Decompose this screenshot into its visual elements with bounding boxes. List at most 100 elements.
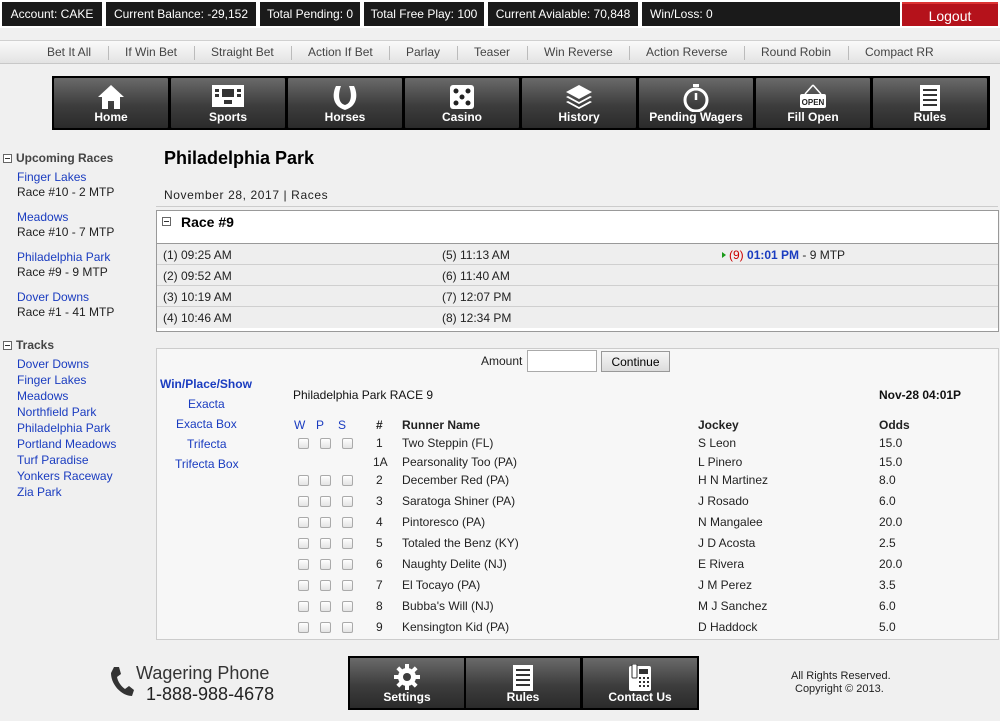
place-checkbox[interactable] <box>320 438 331 449</box>
footer-contact-button[interactable]: Contact Us <box>583 658 697 708</box>
place-checkbox[interactable] <box>320 622 331 633</box>
upcoming-track-link[interactable]: Philadelphia Park <box>17 250 110 264</box>
race-time-link[interactable]: (5) 11:13 AM <box>442 248 510 262</box>
place-checkbox[interactable] <box>320 475 331 486</box>
win-checkbox[interactable] <box>298 622 309 633</box>
upcoming-track-link[interactable]: Meadows <box>17 210 68 224</box>
bet-nav-action-if-bet[interactable]: Action If Bet <box>308 45 373 59</box>
win-checkbox[interactable] <box>298 496 309 507</box>
track-link[interactable]: Dover Downs <box>17 357 89 371</box>
runner-name: Pintoresco (PA) <box>402 515 486 529</box>
selected-race-time[interactable]: (9) 01:01 PM - 9 MTP <box>722 248 845 262</box>
nav-label: Contact Us <box>608 690 672 704</box>
collapse-icon[interactable] <box>3 154 12 163</box>
upcoming-track-link[interactable]: Dover Downs <box>17 290 89 304</box>
nav-sports-button[interactable]: Sports <box>171 78 285 128</box>
amount-label: Amount <box>481 354 523 368</box>
race-time-link[interactable]: (2) 09:52 AM <box>163 269 232 283</box>
document-icon <box>920 85 940 111</box>
bet-nav-if-win-bet[interactable]: If Win Bet <box>125 45 177 59</box>
continue-button[interactable]: Continue <box>601 351 670 372</box>
race-time-link[interactable]: (4) 10:46 AM <box>163 311 232 325</box>
amount-input[interactable] <box>527 350 597 372</box>
collapse-icon[interactable] <box>3 341 12 350</box>
win-checkbox[interactable] <box>298 438 309 449</box>
show-checkbox[interactable] <box>342 475 353 486</box>
nav-history-button[interactable]: History <box>522 78 636 128</box>
nav-label: Casino <box>441 110 482 124</box>
place-checkbox[interactable] <box>320 517 331 528</box>
runner-name: December Red (PA) <box>402 473 510 487</box>
tracks-header[interactable]: Tracks <box>3 338 54 352</box>
bet-type-trifecta-box[interactable]: Trifecta Box <box>175 457 239 471</box>
place-checkbox[interactable] <box>320 601 331 612</box>
bet-type-win-place-show[interactable]: Win/Place/Show <box>160 377 252 391</box>
show-checkbox[interactable] <box>342 438 353 449</box>
race-time-link[interactable]: (8) 12:34 PM <box>442 311 511 325</box>
track-link[interactable]: Turf Paradise <box>17 453 89 467</box>
track-link[interactable]: Meadows <box>17 389 68 403</box>
upcoming-track-link[interactable]: Finger Lakes <box>17 170 86 184</box>
race-time-link[interactable]: (6) 11:40 AM <box>442 269 510 283</box>
race-time-link[interactable]: (3) 10:19 AM <box>163 290 232 304</box>
win-checkbox[interactable] <box>298 538 309 549</box>
account-status-bar: Account: CAKE Current Balance: -29,152 T… <box>0 0 1000 28</box>
bet-nav-straight-bet[interactable]: Straight Bet <box>211 45 274 59</box>
telephone-icon <box>629 664 651 691</box>
nav-home-button[interactable]: Home <box>54 78 168 128</box>
show-checkbox[interactable] <box>342 622 353 633</box>
upcoming-races-header[interactable]: Upcoming Races <box>3 151 113 165</box>
track-link[interactable]: Philadelphia Park <box>17 421 110 435</box>
nav-horses-button[interactable]: Horses <box>288 78 402 128</box>
show-checkbox[interactable] <box>342 538 353 549</box>
bet-nav-round-robin[interactable]: Round Robin <box>761 45 831 59</box>
win-checkbox[interactable] <box>298 559 309 570</box>
footer-rules-button[interactable]: Rules <box>466 658 580 708</box>
runner-odds: 3.5 <box>879 578 896 592</box>
track-link[interactable]: Yonkers Raceway <box>17 469 113 483</box>
nav-casino-button[interactable]: Casino <box>405 78 519 128</box>
nav-pending-wagers-button[interactable]: Pending Wagers <box>639 78 753 128</box>
runner-name: Two Steppin (FL) <box>402 436 494 450</box>
show-checkbox[interactable] <box>342 559 353 570</box>
bet-type-trifecta[interactable]: Trifecta <box>187 437 227 451</box>
show-checkbox[interactable] <box>342 517 353 528</box>
bet-nav-action-reverse[interactable]: Action Reverse <box>646 45 727 59</box>
track-link[interactable]: Finger Lakes <box>17 373 86 387</box>
document-icon <box>513 665 533 691</box>
bet-nav-teaser[interactable]: Teaser <box>474 45 510 59</box>
win-checkbox[interactable] <box>298 517 309 528</box>
race-title: Race #9 <box>181 214 234 230</box>
place-checkbox[interactable] <box>320 496 331 507</box>
race-time-link[interactable]: (1) 09:25 AM <box>163 248 232 262</box>
nav-rules-button[interactable]: Rules <box>873 78 987 128</box>
runner-odds: 5.0 <box>879 620 896 634</box>
arrow-right-icon <box>722 252 726 258</box>
divider <box>156 206 998 207</box>
place-checkbox[interactable] <box>320 559 331 570</box>
win-checkbox[interactable] <box>298 601 309 612</box>
bet-nav-win-reverse[interactable]: Win Reverse <box>544 45 613 59</box>
logout-button[interactable]: Logout <box>902 2 998 26</box>
bet-type-exacta[interactable]: Exacta <box>188 397 225 411</box>
track-link[interactable]: Northfield Park <box>17 405 96 419</box>
place-checkbox[interactable] <box>320 538 331 549</box>
race-time-link[interactable]: (7) 12:07 PM <box>442 290 511 304</box>
wager-panel <box>156 348 999 640</box>
nav-fill-open-button[interactable]: OPEN Fill Open <box>756 78 870 128</box>
show-checkbox[interactable] <box>342 601 353 612</box>
show-checkbox[interactable] <box>342 496 353 507</box>
bet-nav-parlay[interactable]: Parlay <box>406 45 440 59</box>
show-checkbox[interactable] <box>342 580 353 591</box>
bet-nav-compact-rr[interactable]: Compact RR <box>865 45 934 59</box>
collapse-icon[interactable] <box>162 217 171 226</box>
track-link[interactable]: Portland Meadows <box>17 437 116 451</box>
bet-nav-bet-it-all[interactable]: Bet It All <box>47 45 91 59</box>
runner-jockey: H N Martinez <box>698 473 769 487</box>
win-checkbox[interactable] <box>298 475 309 486</box>
bet-type-exacta-box[interactable]: Exacta Box <box>176 417 237 431</box>
place-checkbox[interactable] <box>320 580 331 591</box>
win-checkbox[interactable] <box>298 580 309 591</box>
footer-settings-button[interactable]: Settings <box>350 658 464 708</box>
track-link[interactable]: Zia Park <box>17 485 62 499</box>
